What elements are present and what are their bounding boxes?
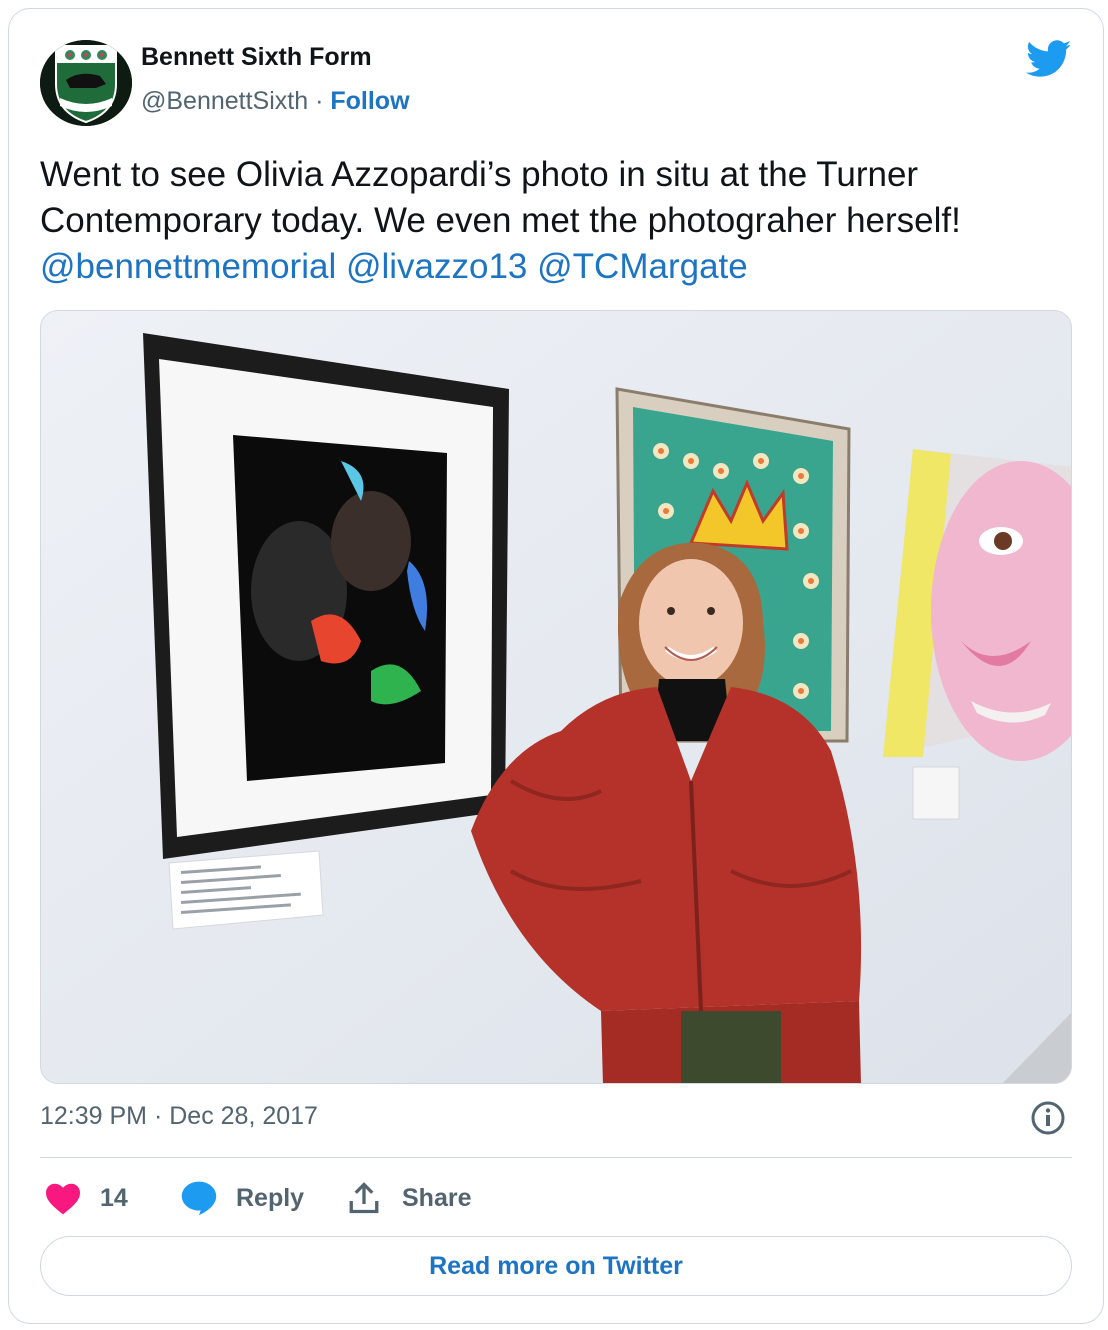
author-name[interactable]: Bennett Sixth Form — [141, 43, 372, 72]
mention-link[interactable]: @TCMargate — [537, 247, 748, 286]
tweet-text-line: Went to see Olivia Azzopardi’s photo in … — [40, 155, 919, 194]
timestamp-separator: · — [147, 1102, 170, 1130]
like-button[interactable]: 14 — [44, 1180, 128, 1216]
mention-link[interactable]: @bennettmemorial — [40, 247, 336, 286]
author-handle[interactable]: @BennettSixth — [141, 87, 308, 115]
share-label: Share — [402, 1183, 472, 1212]
share-button[interactable]: Share — [346, 1180, 471, 1216]
twitter-bird-icon[interactable] — [1026, 40, 1072, 78]
tweet-mentions: @bennettmemorial @livazzo13 @TCMargate — [40, 244, 1080, 290]
reply-bubble-icon — [180, 1180, 218, 1216]
tweet-text-line: Contemporary today. We even met the phot… — [40, 201, 961, 240]
info-icon[interactable] — [1030, 1100, 1066, 1136]
like-count: 14 — [100, 1183, 128, 1212]
tweet-date: Dec 28, 2017 — [169, 1102, 318, 1130]
gallery-photo-illustration — [41, 311, 1071, 1083]
heart-icon — [44, 1181, 82, 1215]
read-more-button[interactable]: Read more on Twitter — [40, 1236, 1072, 1296]
handle-separator: · — [308, 87, 331, 115]
divider — [40, 1157, 1072, 1158]
share-upload-icon — [346, 1180, 382, 1216]
reply-button[interactable]: Reply — [180, 1180, 304, 1216]
school-crest-logo — [40, 40, 132, 126]
follow-button[interactable]: Follow — [330, 87, 409, 115]
author-handle-row: @BennettSixth · Follow — [141, 87, 410, 116]
tweet-photo[interactable] — [40, 310, 1072, 1084]
tweet-timestamp[interactable]: 12:39 PM · Dec 28, 2017 — [40, 1102, 318, 1131]
tweet-text: Went to see Olivia Azzopardi’s photo in … — [40, 152, 1080, 290]
tweet-time: 12:39 PM — [40, 1102, 148, 1130]
avatar[interactable] — [40, 40, 132, 126]
mention-link[interactable]: @livazzo13 — [346, 247, 527, 286]
reply-label: Reply — [236, 1183, 305, 1212]
